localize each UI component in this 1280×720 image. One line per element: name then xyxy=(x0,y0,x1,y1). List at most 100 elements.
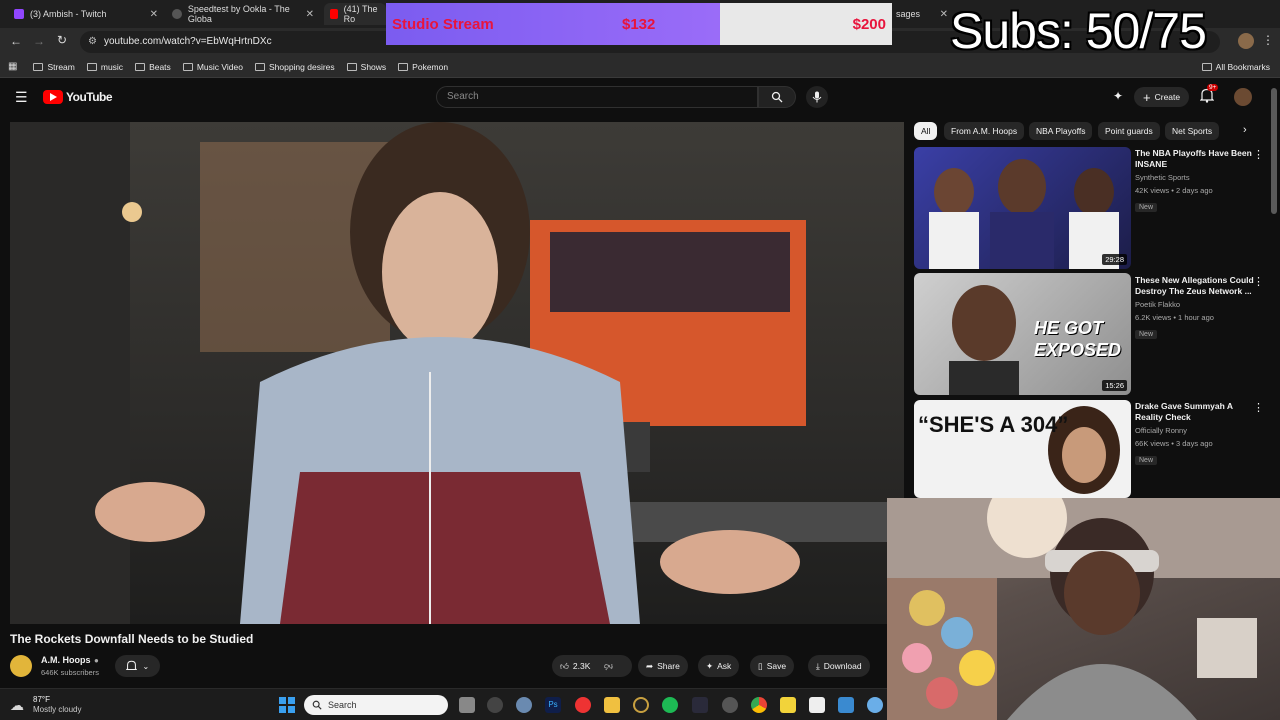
bookmark-label: Music Video xyxy=(196,61,243,72)
app-icon[interactable] xyxy=(692,697,708,713)
subscription-bell-button[interactable]: ⌄ xyxy=(115,655,160,677)
save-button[interactable]: ▯ Save xyxy=(750,655,795,677)
forward-icon[interactable]: → xyxy=(33,34,45,48)
video-player[interactable] xyxy=(10,122,904,624)
chip-from-channel[interactable]: From A.M. Hoops xyxy=(944,122,1025,140)
recommendation-info[interactable]: These New Allegations Could Destroy The … xyxy=(1135,275,1255,341)
app-icon[interactable] xyxy=(633,697,649,713)
folder-icon xyxy=(135,62,146,71)
tab-speedtest[interactable]: Speedtest by Ookla - The Globa ✕ xyxy=(166,3,320,25)
taskbar-search[interactable]: Search xyxy=(304,695,448,715)
folder-icon xyxy=(86,62,97,71)
profile-avatar[interactable] xyxy=(1238,33,1254,49)
tab-label: (41) The Ro xyxy=(343,4,378,24)
tab-twitch[interactable]: (3) Ambish - Twitch ✕ xyxy=(8,3,164,25)
bookmark-folder[interactable]: music xyxy=(86,61,124,72)
settings-icon[interactable] xyxy=(516,697,532,713)
photos-icon[interactable] xyxy=(838,697,854,713)
youtube-logo[interactable]: YouTube xyxy=(43,90,113,104)
menu-icon[interactable]: ⋮ xyxy=(1262,33,1274,47)
reload-icon[interactable]: ↻ xyxy=(57,33,67,47)
twitch-icon xyxy=(14,9,24,19)
create-button[interactable]: + Create xyxy=(1134,87,1190,107)
thumbs-up-icon[interactable]: 👍︎ xyxy=(560,661,569,672)
chip-all[interactable]: All xyxy=(914,122,938,140)
recommendation-meta: 42K views • 2 days ago xyxy=(1135,186,1213,195)
account-avatar[interactable] xyxy=(1234,88,1252,106)
close-icon[interactable]: ✕ xyxy=(940,9,948,20)
download-icon: ⤓ xyxy=(816,660,820,671)
search-input[interactable]: Search xyxy=(436,86,758,108)
file-explorer-icon[interactable] xyxy=(604,697,620,713)
folder-icon xyxy=(33,62,44,71)
site-info-icon[interactable]: ⚙ xyxy=(88,31,97,53)
recommendation-info[interactable]: Drake Gave Summyah A Reality Check Offic… xyxy=(1135,401,1255,467)
tab-youtube[interactable]: (41) The Ro xyxy=(324,3,386,25)
sticky-notes-icon[interactable] xyxy=(780,697,796,713)
page-scrollbar[interactable] xyxy=(1271,88,1277,214)
photoshop-icon[interactable]: Ps xyxy=(545,697,561,713)
search-button[interactable] xyxy=(758,86,796,108)
chevron-right-icon[interactable]: › xyxy=(1243,124,1247,136)
chrome-icon[interactable] xyxy=(751,697,767,713)
app-icon[interactable] xyxy=(867,697,883,713)
download-button[interactable]: ⤓ Download xyxy=(808,655,870,677)
chip-net-sports[interactable]: Net Sports xyxy=(1165,122,1220,140)
steam-icon[interactable] xyxy=(487,697,503,713)
chip-label: From A.M. Hoops xyxy=(951,126,1018,136)
app-icon[interactable] xyxy=(809,697,825,713)
speedtest-icon xyxy=(172,9,182,19)
recommendation-info[interactable]: The NBA Playoffs Have Been INSANE Synthe… xyxy=(1135,148,1255,214)
tab-label: sages xyxy=(896,9,921,19)
close-icon[interactable]: ✕ xyxy=(150,9,158,20)
like-count[interactable]: 2.3K xyxy=(573,661,591,671)
create-label: Create xyxy=(1154,92,1181,102)
weather-icon[interactable]: ☁ xyxy=(10,697,24,714)
chip-point-guards[interactable]: Point guards xyxy=(1098,122,1160,140)
recommendation-channel: Poetik Flakko xyxy=(1135,300,1181,309)
bookmark-folder[interactable]: Shows xyxy=(346,61,387,72)
pokeball-icon[interactable] xyxy=(575,697,591,713)
bookmark-folder[interactable]: Music Video xyxy=(182,61,243,72)
obs-icon[interactable] xyxy=(722,697,738,713)
weather-temp[interactable]: 87°F xyxy=(33,695,50,704)
folder-icon xyxy=(254,62,265,71)
bookmark-folder[interactable]: Beats xyxy=(135,62,171,72)
spotify-icon[interactable] xyxy=(662,697,678,713)
bookmark-label: music xyxy=(100,61,124,72)
voice-search-button[interactable] xyxy=(806,86,828,108)
bookmark-folder[interactable]: Stream xyxy=(33,62,75,72)
recommendation-thumbnail[interactable]: “SHE'S A 304” xyxy=(914,400,1131,498)
hamburger-menu-icon[interactable]: ☰ xyxy=(15,89,28,106)
channel-avatar[interactable] xyxy=(10,655,32,677)
recommendation-thumbnail[interactable]: HE GOT EXPOSED 15:26 xyxy=(914,273,1131,395)
share-button[interactable]: ➦ Share xyxy=(638,655,688,677)
goal-current: $132 xyxy=(622,16,656,33)
youtube-header: ☰ YouTube Search ✦ + Create 9+ xyxy=(0,80,1280,116)
chip-nba-playoffs[interactable]: NBA Playoffs xyxy=(1029,122,1093,140)
close-icon[interactable]: ✕ xyxy=(306,9,314,20)
all-bookmarks[interactable]: All Bookmarks xyxy=(1201,62,1270,72)
back-icon[interactable]: ← xyxy=(10,34,22,48)
apps-grid-icon[interactable]: ▦ xyxy=(8,61,17,72)
thumbs-down-icon[interactable]: 👍︎ xyxy=(604,661,613,672)
notifications-button[interactable]: 9+ xyxy=(1200,84,1219,103)
bookmark-label: Shows xyxy=(360,61,387,72)
weather-desc[interactable]: Mostly cloudy xyxy=(33,705,81,714)
recommendation-thumbnail[interactable]: 29:28 xyxy=(914,147,1131,269)
task-view-icon[interactable] xyxy=(459,697,475,713)
recommendation-meta: 66K views • 3 days ago xyxy=(1135,439,1213,448)
ask-button[interactable]: ✦ Ask xyxy=(698,655,740,677)
tab-messages[interactable]: sages ✕ xyxy=(890,3,950,25)
channel-name[interactable]: A.M. Hoops xyxy=(41,655,91,665)
windows-start-icon[interactable] xyxy=(279,697,295,713)
more-options-icon[interactable]: ⋮ xyxy=(1253,148,1264,161)
video-frame xyxy=(10,122,904,624)
gemini-icon[interactable]: ✦ xyxy=(1113,89,1123,103)
folder-icon xyxy=(398,62,409,71)
new-badge: New xyxy=(1135,330,1158,339)
more-options-icon[interactable]: ⋮ xyxy=(1253,401,1264,414)
more-options-icon[interactable]: ⋮ xyxy=(1253,275,1264,288)
bookmark-folder[interactable]: Shopping desires xyxy=(254,62,335,72)
bookmark-folder[interactable]: Pokemon xyxy=(398,62,448,72)
